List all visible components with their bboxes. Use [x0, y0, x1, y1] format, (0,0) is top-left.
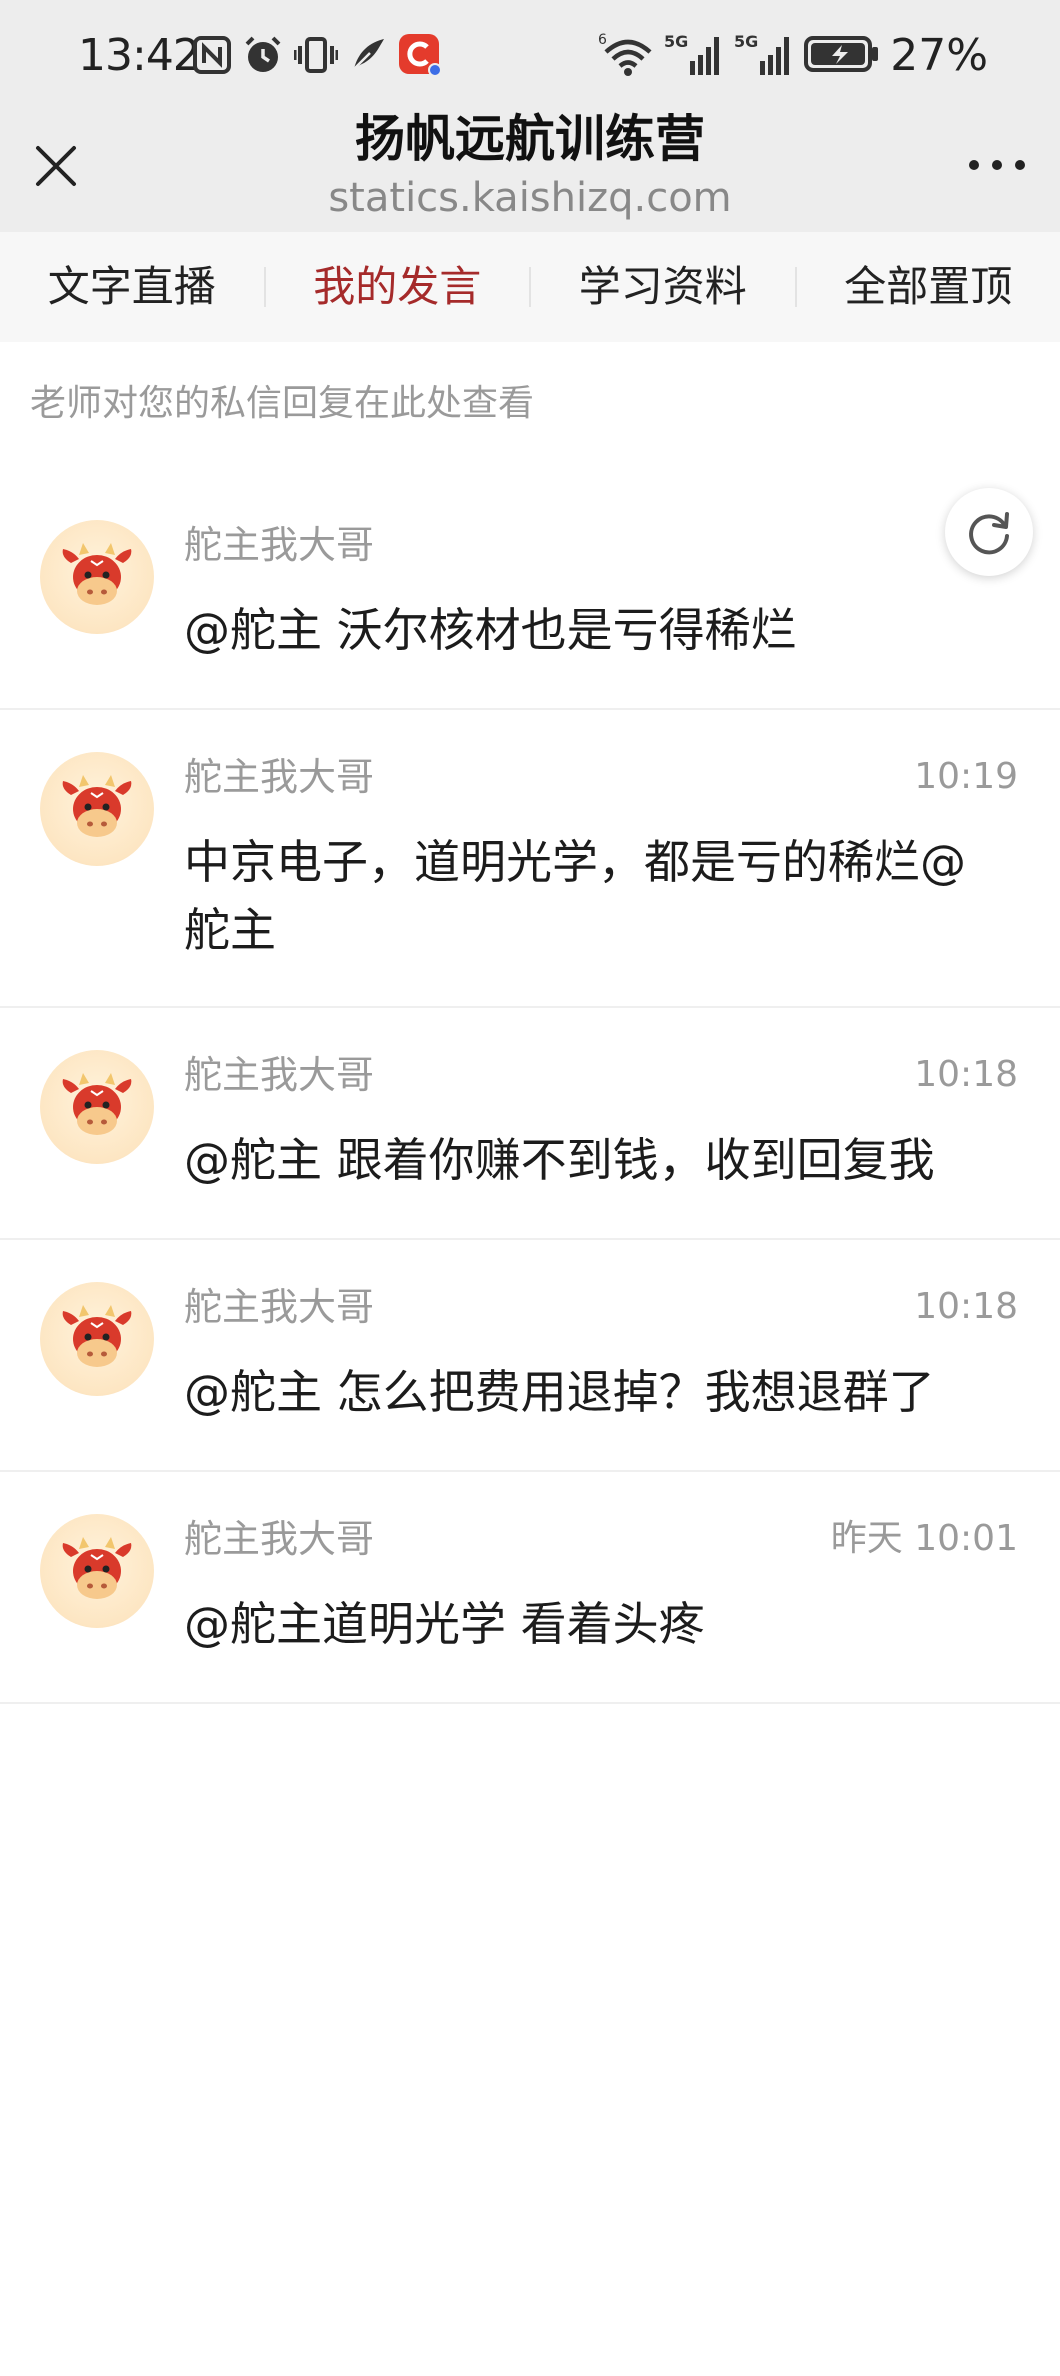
sender-name: 舵主我大哥 — [184, 755, 375, 799]
cow-avatar-icon — [62, 1073, 132, 1135]
page-url: statics.kaishizq.com — [328, 175, 732, 221]
page-title: 扬帆远航训练营 — [355, 110, 705, 168]
message-content: 中京电子，道明光学，都是亏的稀烂@舵主 — [184, 835, 966, 957]
signal-5g-2-icon: 5G — [734, 31, 794, 81]
sender-name: 舵主我大哥 — [184, 523, 375, 567]
avatar — [40, 1050, 154, 1164]
list-item[interactable]: 舵主我大哥 10:18 @舵主 怎么把费用退掉？我想退群了 — [0, 1240, 1060, 1472]
list-item[interactable]: 舵主我大哥 1 @舵主 沃尔核材也是亏得稀烂 — [0, 478, 1060, 710]
sender-name: 舵主我大哥 — [184, 1053, 375, 1097]
c-app-icon — [398, 33, 442, 81]
message-content: @舵主 沃尔核材也是亏得稀烂 — [184, 603, 797, 657]
cow-avatar-icon — [62, 1305, 132, 1367]
wifi-icon: 6 — [598, 30, 654, 82]
refresh-button[interactable] — [945, 488, 1033, 576]
more-button[interactable] — [962, 150, 1032, 180]
tab-bar: 文字直播 我的发言 学习资料 全部置顶 — [0, 232, 1060, 342]
avatar — [40, 1514, 154, 1628]
status-left-icons — [192, 32, 442, 82]
status-time: 13:42 — [78, 30, 201, 81]
header: 扬帆远航训练营 statics.kaishizq.com — [0, 100, 1060, 232]
alarm-icon — [242, 34, 284, 80]
status-right: 6 5G 5G 27% — [598, 28, 988, 84]
message-time: 昨天 10:01 — [830, 1518, 1018, 1559]
message-list: 舵主我大哥 1 @舵主 沃尔核材也是亏得稀烂 舵主我大哥 10:19 中京电子，… — [0, 478, 1060, 1704]
svg-text:5G: 5G — [734, 32, 758, 51]
message-time: 10:18 — [914, 1286, 1018, 1327]
vibrate-icon — [293, 34, 339, 80]
nfc-icon — [192, 35, 232, 79]
list-item[interactable]: 舵主我大哥 10:18 @舵主 跟着你赚不到钱，收到回复我 — [0, 1008, 1060, 1240]
message-time: 10:18 — [914, 1054, 1018, 1095]
svg-text:6: 6 — [598, 32, 607, 48]
tab-study-materials[interactable]: 学习资料 — [531, 232, 795, 342]
refresh-icon — [969, 512, 1009, 555]
avatar — [40, 520, 154, 634]
more-icon — [969, 160, 1025, 170]
message-content: @舵主道明光学 看着头疼 — [184, 1597, 705, 1651]
tab-all-pinned[interactable]: 全部置顶 — [797, 232, 1060, 342]
svg-text:5G: 5G — [664, 32, 688, 51]
avatar — [40, 1282, 154, 1396]
list-item[interactable]: 舵主我大哥 10:19 中京电子，道明光学，都是亏的稀烂@舵主 — [0, 710, 1060, 1008]
sender-name: 舵主我大哥 — [184, 1517, 375, 1561]
tab-text-live[interactable]: 文字直播 — [0, 232, 264, 342]
battery-icon — [804, 34, 880, 78]
feather-app-icon — [348, 35, 388, 79]
status-bar: 13:42 6 5G 5G 27% — [0, 0, 1060, 110]
cow-avatar-icon — [62, 543, 132, 605]
message-time: 10:19 — [914, 756, 1018, 797]
avatar — [40, 752, 154, 866]
cow-avatar-icon — [62, 775, 132, 837]
message-content: @舵主 跟着你赚不到钱，收到回复我 — [184, 1133, 935, 1187]
battery-percent: 27% — [890, 30, 988, 81]
tab-my-posts[interactable]: 我的发言 — [266, 232, 530, 342]
top-bar: 13:42 6 5G 5G 27% 扬帆远航训练营 statics.kaishi… — [0, 0, 1060, 232]
message-content: @舵主 怎么把费用退掉？我想退群了 — [184, 1365, 935, 1419]
notice-text: 老师对您的私信回复在此处查看 — [30, 383, 535, 424]
signal-5g-1-icon: 5G — [664, 31, 724, 81]
list-item[interactable]: 舵主我大哥 昨天 10:01 @舵主道明光学 看着头疼 — [0, 1472, 1060, 1704]
sender-name: 舵主我大哥 — [184, 1285, 375, 1329]
cow-avatar-icon — [62, 1537, 132, 1599]
